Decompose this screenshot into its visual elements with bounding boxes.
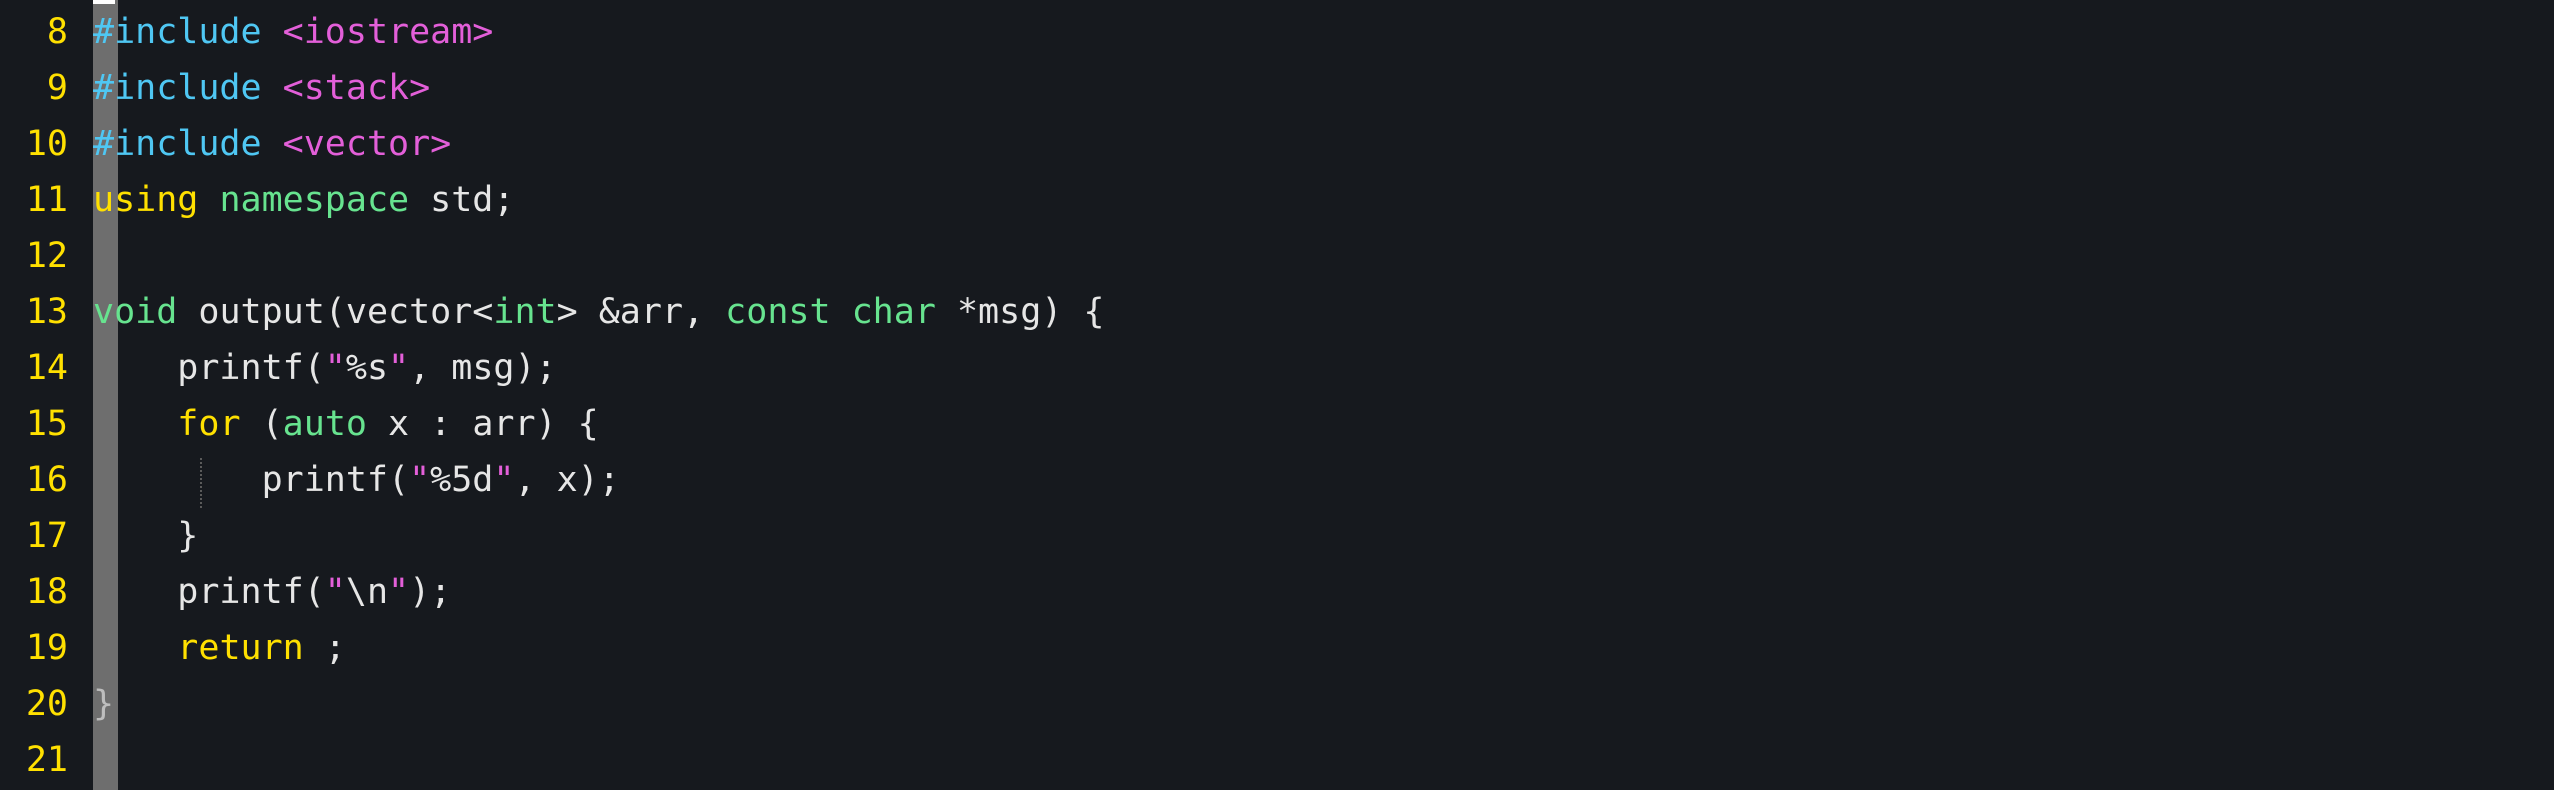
code-line[interactable]: 14 printf("%s", msg); [0, 340, 557, 396]
code-token: printf( [93, 572, 325, 612]
code-token: return [177, 628, 304, 668]
line-number: 16 [25, 460, 68, 500]
code-line[interactable]: 9 #include <stack> [0, 60, 430, 116]
code-token: " [409, 460, 431, 500]
code-token: *msg) { [935, 292, 1105, 332]
code-token: , msg); [409, 348, 557, 388]
line-code: printf("%5d", x); [93, 452, 620, 508]
line-code: using namespace std; [93, 172, 514, 228]
line-number: 14 [25, 348, 68, 388]
code-line[interactable]: 21 [0, 732, 93, 788]
code-token: %5d [430, 460, 494, 500]
code-token: } [93, 516, 199, 556]
code-token: <iostream> [282, 12, 494, 52]
code-line[interactable]: 13 void output(vector<int> &arr, const ch… [0, 284, 1105, 340]
code-token: namespace [219, 180, 410, 220]
code-token: void [93, 292, 178, 332]
code-line[interactable]: 10 #include <vector> [0, 116, 451, 172]
line-code: #include <vector> [93, 116, 451, 172]
code-token: , x); [514, 460, 620, 500]
line-code: for (auto x : arr) { [93, 396, 599, 452]
line-number: 8 [46, 12, 68, 52]
line-number: 20 [25, 684, 68, 724]
code-token: #include [93, 12, 262, 52]
code-line[interactable]: 8 #include <iostream> [0, 4, 493, 60]
line-number: 11 [25, 180, 68, 220]
line-number: 9 [46, 68, 68, 108]
code-line[interactable]: 12 [0, 228, 93, 284]
line-number: 19 [25, 628, 68, 668]
code-token: " [324, 348, 346, 388]
code-token: <vector> [282, 124, 452, 164]
code-token: " [324, 572, 346, 612]
code-token: std; [409, 180, 515, 220]
line-number: 10 [25, 124, 68, 164]
line-number: 18 [25, 572, 68, 612]
code-token: #include [93, 124, 262, 164]
line-number: 15 [25, 404, 68, 444]
code-token: } [93, 684, 115, 724]
code-token: ; [303, 628, 346, 668]
code-line[interactable]: 15 for (auto x : arr) { [0, 396, 599, 452]
code-token: char [851, 292, 936, 332]
code-token: auto [282, 404, 367, 444]
code-token: " [493, 460, 515, 500]
code-line[interactable]: 19 return ; [0, 620, 346, 676]
line-number: 13 [25, 292, 68, 332]
code-line[interactable]: 17 } [0, 508, 199, 564]
code-token: printf( [93, 460, 410, 500]
line-code: #include <stack> [93, 60, 430, 116]
code-token: for [177, 404, 241, 444]
code-token: #include [93, 68, 262, 108]
code-token: using [93, 180, 199, 220]
code-token: <stack> [282, 68, 431, 108]
code-token: x : arr) { [366, 404, 599, 444]
code-line[interactable]: 16 printf("%5d", x); [0, 452, 620, 508]
line-code: printf("%s", msg); [93, 340, 557, 396]
code-token: " [388, 348, 410, 388]
line-number: 17 [25, 516, 68, 556]
line-code: printf("\n"); [93, 564, 451, 620]
line-code: #include <iostream> [93, 4, 493, 60]
code-line[interactable]: 11 using namespace std; [0, 172, 515, 228]
line-code: void output(vector<int> &arr, const char… [93, 284, 1104, 340]
code-line[interactable]: 18 printf("\n"); [0, 564, 451, 620]
code-token: ); [409, 572, 452, 612]
code-token: int [493, 292, 557, 332]
code-token: const [725, 292, 831, 332]
code-token: > &arr, [556, 292, 726, 332]
code-token: %s [345, 348, 389, 388]
code-token: " [388, 572, 410, 612]
line-number: 12 [25, 236, 68, 276]
line-code: } [93, 676, 114, 732]
code-token: output(vector< [177, 292, 494, 332]
line-number: 21 [25, 740, 68, 780]
line-code: return ; [93, 620, 346, 676]
code-token: \n [345, 572, 389, 612]
code-token: printf( [93, 348, 325, 388]
code-line[interactable]: 20} [0, 676, 114, 732]
code-editor[interactable]: 8 #include <iostream> 9 #include <stack> 10 #… [0, 0, 2554, 790]
code-token: ( [240, 404, 283, 444]
line-code: } [93, 508, 198, 564]
